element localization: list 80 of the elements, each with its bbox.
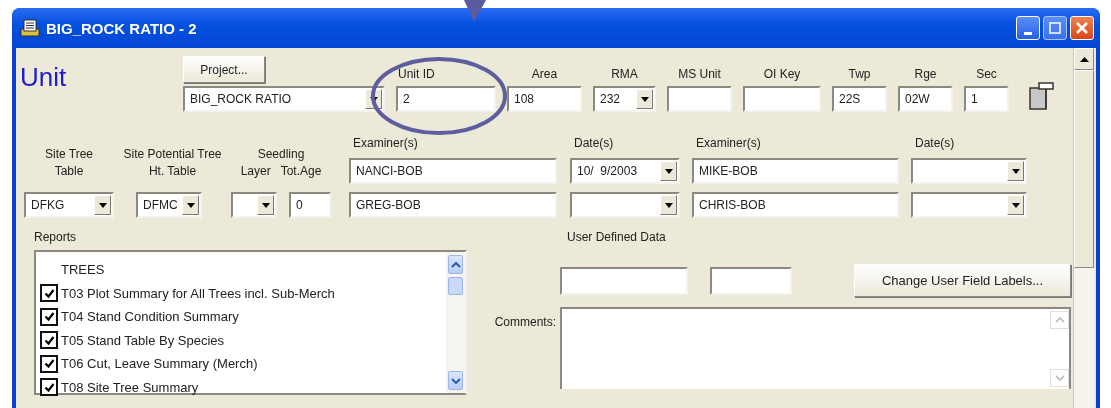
checkmark-icon <box>43 334 55 346</box>
field-label: Tot.Age <box>280 163 322 180</box>
field-label: Layer <box>240 163 271 180</box>
field-label: Rge <box>914 67 937 83</box>
dropdown[interactable]: BIG_ROCK RATIO <box>183 86 385 112</box>
input-field[interactable]: 2 <box>396 86 496 112</box>
field-label: RMA <box>611 67 638 83</box>
input-field[interactable]: 02W <box>898 86 953 112</box>
scroll-thumb[interactable] <box>448 277 463 295</box>
field-label: OI Key <box>763 67 801 83</box>
project-button[interactable]: Project... <box>183 56 265 83</box>
caret-icon[interactable] <box>257 195 274 215</box>
input-field[interactable]: CHRIS-BOB <box>692 192 899 218</box>
field-label: Twp <box>848 67 871 83</box>
form-heading: Unit <box>20 62 68 93</box>
dropdown[interactable] <box>231 192 277 218</box>
field-label: Site Potential Tree Ht. Table <box>122 146 223 180</box>
caret-icon[interactable] <box>660 195 677 215</box>
section-label: User Defined Data <box>567 230 667 244</box>
field-label: Unit ID <box>398 67 435 83</box>
checkmark-icon <box>43 287 55 299</box>
input-field[interactable] <box>667 86 732 112</box>
checkmark-icon <box>43 358 55 370</box>
field-label: Sec <box>976 67 997 83</box>
field-label: Date(s) <box>914 136 956 150</box>
caret-icon[interactable] <box>94 195 111 215</box>
input-field[interactable] <box>560 266 688 295</box>
section-label: Reports <box>34 230 78 244</box>
scrollbar[interactable] <box>446 252 465 393</box>
group-header: TREES <box>61 262 105 278</box>
input-field[interactable] <box>710 266 792 295</box>
dropdown[interactable]: DFMC <box>136 192 202 218</box>
field-label: MS Unit <box>678 67 721 83</box>
field-label: Site Tree Table <box>44 146 94 180</box>
checkbox[interactable] <box>40 354 58 373</box>
field-label: Date(s) <box>573 136 615 150</box>
field-label: Area <box>531 67 558 83</box>
app-icon <box>20 19 40 37</box>
caret-icon[interactable] <box>1007 195 1024 215</box>
checkbox[interactable] <box>40 307 58 326</box>
input-field[interactable]: 1 <box>964 86 1009 112</box>
field-label: Seedling <box>257 146 305 163</box>
close-icon <box>1076 22 1088 34</box>
copy-icon[interactable] <box>1029 82 1055 110</box>
input-field[interactable] <box>743 86 821 112</box>
input-field[interactable]: MIKE-BOB <box>692 158 899 184</box>
dropdown[interactable]: DFKG <box>24 192 114 218</box>
list-item[interactable]: T06 Cut, Leave Summary (Merch) <box>61 356 258 372</box>
checkmark-icon <box>43 311 55 323</box>
list-item[interactable]: T05 Stand Table By Species <box>61 332 225 348</box>
maximize-button[interactable] <box>1043 16 1067 40</box>
caret-icon[interactable] <box>1007 161 1024 181</box>
date-dropdown[interactable]: 10/ 9/2003 <box>570 158 680 184</box>
scroll-down-icon[interactable] <box>448 371 463 390</box>
caret-icon[interactable] <box>636 89 653 109</box>
close-button[interactable] <box>1070 16 1094 40</box>
dropdown[interactable]: 232 <box>593 86 656 112</box>
input-field[interactable]: 22S <box>832 86 887 112</box>
field-label: Comments: <box>493 314 557 331</box>
caret-icon[interactable] <box>182 195 199 215</box>
checkmark-icon <box>43 381 55 393</box>
minimize-button[interactable] <box>1016 16 1040 40</box>
input-field[interactable]: NANCI-BOB <box>349 158 557 184</box>
list-item[interactable]: T08 Site Tree Summary <box>61 379 199 395</box>
maximize-icon <box>1049 22 1061 34</box>
change-labels-button[interactable]: Change User Field Labels... <box>854 264 1071 297</box>
list-item[interactable]: T03 Plot Summary for All Trees incl. Sub-Merch <box>61 285 335 301</box>
window-title: BIG_ROCK RATIO - 2 <box>46 19 198 37</box>
input-field[interactable]: GREG-BOB <box>349 192 557 218</box>
minimize-icon <box>1024 31 1032 35</box>
checkbox[interactable] <box>40 284 58 303</box>
input-field[interactable]: 0 <box>289 192 331 218</box>
checkbox[interactable] <box>40 378 58 397</box>
checkbox[interactable] <box>40 331 58 350</box>
list-item[interactable]: T04 Stand Condition Summary <box>61 309 239 325</box>
input-field[interactable]: 108 <box>507 86 582 112</box>
field-label: Examiner(s) <box>352 136 419 150</box>
field-label: Examiner(s) <box>695 136 762 150</box>
annotation-arrow-icon <box>462 0 488 22</box>
caret-icon[interactable] <box>660 161 677 181</box>
